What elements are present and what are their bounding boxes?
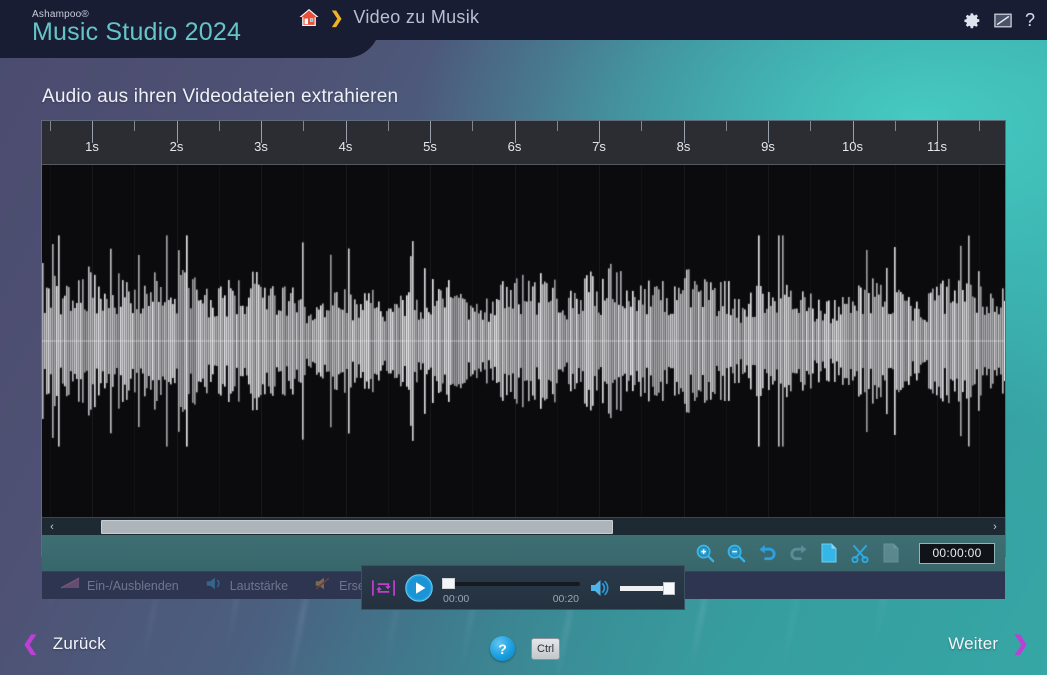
copy-icon[interactable] [818,542,840,564]
chevron-left-icon: ❮ [22,633,39,655]
gear-icon[interactable] [964,12,981,29]
player-time-end: 00:20 [552,593,579,605]
home-icon[interactable] [298,7,320,28]
keyboard-key-icon[interactable]: Ctrl [531,637,561,660]
chevron-right-icon: ❯ [330,9,344,27]
speaker-icon [205,576,223,596]
seek-track[interactable] [442,582,580,586]
waveform-display[interactable] [42,165,1005,517]
seek-handle[interactable] [442,578,455,589]
chevron-right-icon: ❯ [1012,633,1029,655]
seek-bar[interactable]: 00:00 00:20 [442,565,580,610]
zoom-in-icon[interactable] [694,542,716,564]
undo-icon[interactable] [756,542,778,564]
scroll-left-button[interactable]: ‹ [42,519,62,535]
breadcrumb: ❯ Video zu Musik [298,7,479,28]
effect-label: Ein-/Ausblenden [87,578,179,593]
effect-volume: Lautstärke [205,576,288,596]
header-tools: ? [964,11,1035,29]
chart-icon[interactable] [994,13,1012,28]
speaker-icon[interactable] [589,578,611,598]
scrollbar-thumb[interactable] [100,519,614,534]
footer-center-tools: ? Ctrl [490,636,561,661]
brand-product: Music Studio 2024 [32,18,242,46]
waveform-scrollbar[interactable]: ‹ › [42,517,1005,535]
effect-fade-in-out: Ein-/Ausblenden [60,576,179,595]
next-button[interactable]: Weiter ❯ [948,634,1029,654]
timeline-ruler[interactable]: 1s 2s 3s 4s 5s 6s 7s 8s 9s 10s 11s [42,121,1005,165]
zoom-out-icon[interactable] [725,542,747,564]
paste-icon [880,542,902,564]
page-title: Audio aus ihren Videodateien extrahieren [42,86,399,107]
next-button-label: Weiter [948,634,999,653]
redo-icon [787,542,809,564]
loop-icon[interactable] [371,577,396,599]
back-button[interactable]: ❮ Zurück [22,634,106,654]
audio-editor-panel: 1s 2s 3s 4s 5s 6s 7s 8s 9s 10s 11s ‹ › 0… [41,120,1006,599]
scroll-right-button[interactable]: › [985,519,1005,535]
brand-logo: Ashampoo® Music Studio 2024 [32,9,241,46]
app-window: Ashampoo® Music Studio 2024 ❯ Video zu M… [0,0,1047,675]
player-time-start: 00:00 [443,593,470,605]
page-breadcrumb-title: Video zu Musik [353,7,480,27]
speaker-mute-icon [314,576,332,596]
question-mark-icon[interactable]: ? [1025,11,1035,29]
timecode-display[interactable]: 00:00:00 [919,542,995,564]
volume-slider[interactable] [620,580,675,596]
app-header: Ashampoo® Music Studio 2024 ❯ Video zu M… [0,0,1047,58]
play-icon[interactable] [405,573,433,602]
volume-handle[interactable] [663,581,675,595]
effect-label: Lautstärke [229,578,289,593]
help-circle-icon[interactable]: ? [490,636,515,661]
fade-icon [60,576,80,595]
audio-player-controls: 00:00 00:20 [361,565,685,610]
back-button-label: Zurück [52,634,106,653]
cut-icon[interactable] [849,542,871,564]
scrollbar-track[interactable] [62,519,985,534]
audio-waveform[interactable] [42,165,1005,517]
